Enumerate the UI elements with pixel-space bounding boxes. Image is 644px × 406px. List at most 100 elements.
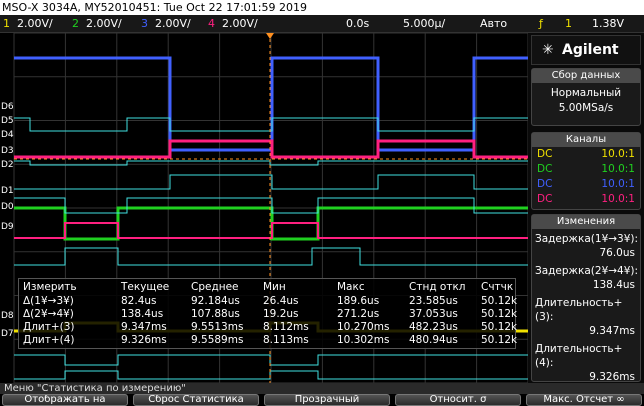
channel-4-probe: 10.0:1	[601, 193, 635, 205]
meas-col-min: Мин	[263, 281, 286, 293]
meas-value: 10.270ms	[337, 321, 390, 333]
softkey-5[interactable]: Макс. Отсчет ∞	[526, 394, 642, 406]
changes-list: Задержка(1¥→3¥): 76.0us Задержка(2¥→4¥): 13…	[532, 232, 640, 384]
channel-4-row: DC 10.0:1	[532, 192, 640, 207]
softkey-3[interactable]: Прозрачный	[264, 394, 390, 406]
horizontal-delay[interactable]: 0.0s	[346, 15, 369, 33]
channel-3-probe: 10.0:1	[601, 178, 635, 190]
meas-col-count: Счтчк	[481, 281, 514, 293]
meas-row: Δ(2¥→4¥) 138.4us 107.88us 19.2us 271.2us 37.0…	[19, 308, 518, 320]
meas-value: 23.585us	[409, 295, 458, 307]
channels-box[interactable]: Каналы DC 10.0:1 DC 10.0:1 DC 10.0:1 DC 10.0…	[531, 132, 641, 210]
ch4-scale[interactable]: 2.00V/	[222, 15, 258, 33]
agilent-spark-icon: ✳	[542, 42, 554, 58]
digital-label: D7	[1, 329, 14, 339]
digital-label: D4	[1, 130, 14, 140]
meas-col-stddev: Стнд откл	[409, 281, 466, 293]
meas-row: Длит+(4) 9.326ms 9.5589ms 8.113ms 10.302ms 48…	[19, 334, 518, 346]
change-label: Длительность+(3):	[535, 297, 623, 323]
change-label: Задержка(2¥→4¥):	[535, 265, 639, 277]
ch2-scale[interactable]: 2.00V/	[86, 15, 122, 33]
acquisition-mode: Нормальный	[550, 87, 622, 99]
changes-heading: Изменения	[532, 215, 640, 229]
digital-label: D3	[1, 146, 14, 156]
channel-status-bar: 1 2.00V/ 2 2.00V/ 3 2.00V/ 4 2.00V/ 0.0s…	[0, 15, 644, 33]
meas-name: Δ(2¥→4¥)	[23, 308, 74, 320]
meas-col-measure: Измерить	[23, 281, 77, 293]
softkey-1[interactable]: Отображать на	[2, 394, 128, 406]
trigger-marker-icon	[266, 33, 274, 39]
meas-value: 271.2us	[337, 308, 380, 320]
change-value: 9.347ms	[589, 325, 635, 337]
meas-value: 26.4us	[263, 295, 299, 307]
channel-2-coupling: DC	[537, 163, 553, 175]
meas-col-mean: Среднее	[191, 281, 239, 293]
meas-value: 480.94us	[409, 334, 458, 346]
meas-value: 50.12k	[481, 308, 518, 320]
softkey-2[interactable]: Сброс Статистика	[133, 394, 259, 406]
change-value: 9.326ms	[589, 371, 635, 383]
meas-value: 37.053us	[409, 308, 458, 320]
meas-value: 92.184us	[191, 295, 240, 307]
meas-col-current: Текущее	[121, 281, 170, 293]
acquisition-box[interactable]: Сбор данных Нормальный 5.00MSa/s	[531, 68, 641, 126]
ch3-scale[interactable]: 2.00V/	[155, 15, 191, 33]
change-label: Задержка(1¥→3¥):	[535, 233, 639, 245]
agilent-logo: ✳ Agilent	[531, 35, 641, 65]
ch3-number[interactable]: 3	[141, 15, 148, 33]
menu-title: Меню "Статистика по измерению"	[0, 383, 644, 394]
meas-value: 50.12k	[481, 295, 518, 307]
measurement-statistics-table: Измерить Текущее Среднее Мин Макс Стнд о…	[18, 278, 518, 349]
softkey-bar: Отображать на Сброс Статистика Прозрачный О…	[0, 394, 644, 406]
changes-box[interactable]: Изменения Задержка(1¥→3¥): 76.0us Задержка…	[531, 214, 641, 384]
brand-name: Agilent	[562, 42, 619, 58]
digital-label: D2	[1, 160, 14, 170]
waveform-display[interactable]: D6 D5 D4 D3 D2 D1 D0 D9 D8 D7 Измерить Текущее Ср…	[0, 33, 528, 383]
meas-value: 138.4us	[121, 308, 164, 320]
sample-rate: 5.00MSa/s	[558, 102, 614, 114]
window-title: MSO-X 3034A, MY52010451: Tue Oct 22 17:0…	[0, 0, 644, 15]
meas-value: 10.302ms	[337, 334, 390, 346]
ch2-number[interactable]: 2	[72, 15, 79, 33]
meas-value: 50.12k	[481, 321, 518, 333]
trigger-mode[interactable]: Авто	[480, 15, 507, 33]
channel-1-row: DC 10.0:1	[532, 147, 640, 162]
channel-2-row: DC 10.0:1	[532, 162, 640, 177]
channel-4-coupling: DC	[537, 193, 553, 205]
meas-header-row: Измерить Текущее Среднее Мин Макс Стнд о…	[19, 281, 515, 293]
meas-value: 107.88us	[191, 308, 240, 320]
meas-name: Длит+(4)	[23, 334, 75, 346]
digital-label: D1	[1, 186, 14, 196]
meas-value: 8.112ms	[263, 321, 309, 333]
side-panel: ✳ Agilent Сбор данных Нормальный 5.00MSa…	[528, 33, 644, 383]
change-value: 138.4us	[592, 279, 635, 291]
timebase[interactable]: 5.000µ/	[403, 15, 445, 33]
acquisition-heading: Сбор данных	[532, 69, 640, 83]
trigger-source[interactable]: 1	[565, 15, 572, 33]
channel-1-coupling: DC	[537, 148, 553, 160]
softkey-4[interactable]: Относит. σ	[395, 394, 521, 406]
channel-3-coupling: DC	[537, 178, 553, 190]
ch3-trace	[14, 56, 528, 152]
meas-value: 8.113ms	[263, 334, 309, 346]
meas-row: Δ(1¥→3¥) 82.4us 92.184us 26.4us 189.6us 23.58…	[19, 295, 518, 307]
ch4-number[interactable]: 4	[208, 15, 215, 33]
meas-value: 482.23us	[409, 321, 458, 333]
meas-name: Длит+(3)	[23, 321, 75, 333]
meas-value: 9.5513ms	[191, 321, 244, 333]
digital-label: D0	[1, 202, 14, 212]
trigger-level[interactable]: 1.38V	[592, 15, 624, 33]
meas-value: 19.2us	[263, 308, 299, 320]
meas-value: 50.12k	[481, 334, 518, 346]
digital-label: D9	[1, 222, 14, 232]
meas-value: 9.347ms	[121, 321, 167, 333]
ch1-number[interactable]: 1	[3, 15, 10, 33]
meas-value: 9.326ms	[121, 334, 167, 346]
ch4-low-trace	[14, 222, 528, 239]
ch1-scale[interactable]: 2.00V/	[17, 15, 53, 33]
trigger-edge-icon: ƒ	[539, 17, 543, 30]
meas-col-max: Макс	[337, 281, 365, 293]
change-label: Длительность+(4):	[535, 343, 623, 369]
meas-row: Длит+(3) 9.347ms 9.5513ms 8.112ms 10.270ms 48…	[19, 321, 518, 333]
channels-heading: Каналы	[532, 133, 640, 147]
